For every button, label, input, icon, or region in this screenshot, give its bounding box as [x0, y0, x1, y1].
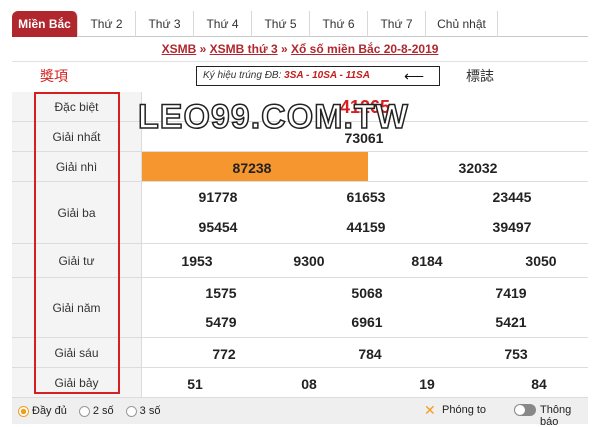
prize-value-g7: 08 — [301, 376, 317, 392]
option-3-digits[interactable]: 3 số — [125, 405, 161, 417]
prize-value-g7: 51 — [187, 376, 203, 392]
option-label: Đầy đủ — [32, 405, 67, 417]
tab-thu-4[interactable]: Thứ 4 — [194, 11, 252, 37]
prize-value-g5: 1575 — [205, 285, 237, 301]
prize-value-g4: 1953 — [181, 253, 213, 269]
radio-icon[interactable] — [125, 405, 137, 417]
expand-icon: ✕ — [424, 402, 436, 418]
zoom-button[interactable]: ✕ Phóng to — [424, 403, 486, 417]
prize-value-g3: 23445 — [492, 189, 532, 205]
annotation-symbol: 標誌 — [466, 69, 494, 85]
prize-value-g2: 87238 — [232, 160, 272, 176]
prize-value-g6: 772 — [212, 346, 236, 362]
prize-value-g4: 8184 — [411, 253, 443, 269]
prize-value-g6: 753 — [504, 346, 528, 362]
tab-thu-2[interactable]: Thứ 2 — [78, 11, 136, 37]
breadcrumb-xsmb-thu-3[interactable]: XSMB thứ 3 — [210, 42, 278, 56]
prize-value-g5: 5421 — [495, 314, 527, 330]
prize-value-g3: 95454 — [198, 219, 238, 235]
region-tabs: Miền Bắc Thứ 2 Thứ 3 Thứ 4 Thứ 5 Thứ 6 T… — [12, 11, 588, 37]
tab-chu-nhat[interactable]: Chủ nhật — [426, 11, 498, 37]
prize-value-g3: 61653 — [346, 189, 386, 205]
prize-value-g5: 7419 — [495, 285, 527, 301]
tab-thu-7[interactable]: Thứ 7 — [368, 11, 426, 37]
breadcrumb-sep: » — [199, 42, 207, 56]
zoom-label: Phóng to — [442, 404, 487, 416]
annotation-prizes: 獎項 — [40, 69, 68, 85]
option-2-digits[interactable]: 2 số — [78, 405, 114, 417]
breadcrumb-date[interactable]: Xổ số miền Bắc 20-8-2019 — [291, 42, 438, 56]
tab-thu-5[interactable]: Thứ 5 — [252, 11, 310, 37]
notify-label: Thông báo — [540, 404, 572, 427]
footer-bar: Đầy đủ 2 số 3 số ✕ Phóng to Thông báo — [12, 398, 588, 427]
prize-value-g4: 9300 — [293, 253, 325, 269]
prize-value-g3: 39497 — [492, 219, 532, 235]
tab-mien-bac[interactable]: Miền Bắc — [12, 11, 78, 37]
special-codes: 3SA - 10SA - 11SA — [284, 70, 370, 81]
breadcrumb-sep: » — [280, 42, 288, 56]
radio-icon[interactable] — [18, 405, 29, 417]
prize-value-g5: 5068 — [351, 285, 383, 301]
annotation-box — [34, 92, 120, 394]
notify-toggle[interactable] — [514, 404, 536, 416]
tab-thu-6[interactable]: Thứ 6 — [310, 11, 368, 37]
prize-value-g5: 6961 — [351, 314, 383, 330]
option-full[interactable]: Đầy đủ — [18, 405, 67, 417]
prize-value-g3: 44159 — [346, 219, 386, 235]
watermark: LEO99.COM.TW — [137, 97, 409, 137]
prize-value-g3: 91778 — [198, 189, 238, 205]
special-code-label: Ký hiệu trúng ĐB: — [203, 70, 285, 81]
option-label: 2 số — [92, 405, 114, 417]
prize-value-g7: 84 — [531, 376, 547, 392]
prize-value-g7: 19 — [419, 376, 435, 392]
prize-value-g4: 3050 — [525, 253, 557, 269]
prize-value-g6: 784 — [358, 346, 382, 362]
breadcrumb-xsmb[interactable]: XSMB — [162, 42, 197, 56]
option-label: 3 số — [139, 405, 161, 417]
prize-value-g2: 32032 — [458, 160, 498, 176]
prize-value-g5: 5479 — [205, 314, 237, 330]
tab-thu-3[interactable]: Thứ 3 — [136, 11, 194, 37]
arrow-left-icon: ⟵ — [404, 68, 425, 84]
radio-icon[interactable] — [78, 405, 90, 417]
breadcrumb: XSMB » XSMB thứ 3 » Xổ số miền Bắc 20-8-… — [12, 38, 588, 62]
